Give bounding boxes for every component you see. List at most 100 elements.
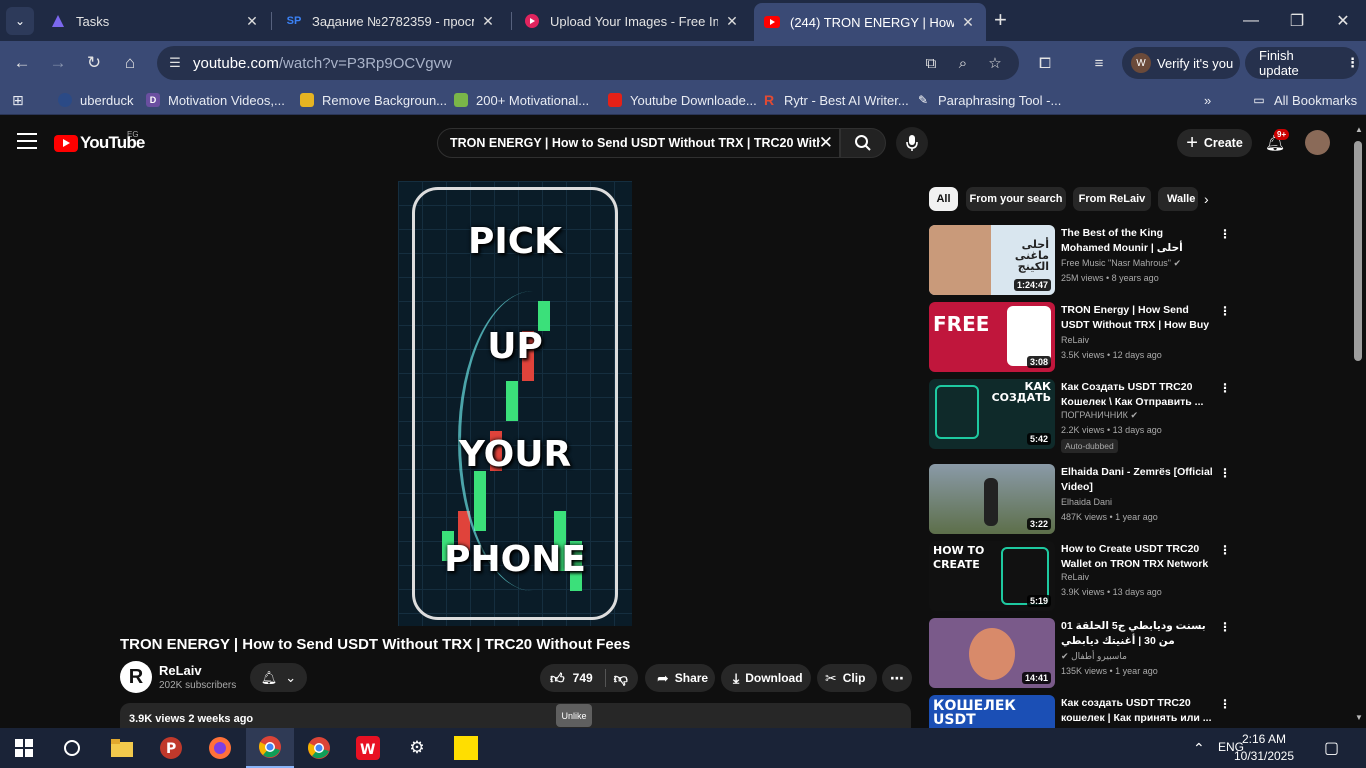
scroll-up-icon[interactable]: ▲: [1354, 125, 1364, 134]
verify-profile-button[interactable]: W Verify it's you: [1122, 47, 1240, 79]
video-thumbnail[interactable]: HOW TO CREATE 5:19: [929, 541, 1055, 611]
search-button[interactable]: [840, 128, 886, 158]
bookmark-paraphrasing[interactable]: ✎ Paraphrasing Tool -...: [916, 91, 1061, 109]
scrollbar-thumb[interactable]: [1354, 141, 1362, 361]
url-text[interactable]: youtube.com/watch?v=P3Rp9OCVgvw: [193, 55, 452, 72]
video-title[interactable]: The Best of the King Mohamed Mounir | أح…: [1061, 226, 1213, 256]
video-channel[interactable]: Free Music "Nasr Mahrous" ✔: [1061, 258, 1181, 269]
voice-search-button[interactable]: [896, 127, 928, 159]
video-channel[interactable]: ReLaiv: [1061, 572, 1089, 582]
chip-wallet[interactable]: Walle: [1158, 187, 1198, 211]
like-icon[interactable]: 👍︎: [550, 670, 565, 687]
chip-all[interactable]: All: [929, 187, 958, 211]
video-title[interactable]: How to Create USDT TRC20 Wallet on TRON …: [1061, 542, 1213, 572]
search-circle-icon[interactable]: [48, 728, 96, 768]
recommended-video[interactable]: 14:41 بسنت وديابطي ج5 الحلقة 01 من 30 | …: [929, 618, 1231, 690]
recommended-video[interactable]: أحلى ماغنى الكينج 1:24:47 The Best of th…: [929, 225, 1231, 297]
clip-button[interactable]: ✂ Clip: [817, 664, 877, 692]
clear-search-icon[interactable]: ✕: [819, 133, 833, 153]
close-window-button[interactable]: ✕: [1320, 0, 1366, 41]
scroll-down-icon[interactable]: ▼: [1354, 713, 1364, 722]
chip-from-relaiv[interactable]: From ReLaiv: [1073, 187, 1151, 211]
search-input[interactable]: TRON ENERGY | How to Send USDT Without T…: [437, 128, 840, 158]
more-vert-icon[interactable]: ⋮: [1219, 466, 1231, 480]
chevron-right-icon[interactable]: ›: [1204, 191, 1209, 207]
bookmark-uberduck[interactable]: uberduck: [58, 91, 133, 109]
download-button[interactable]: ⤓ Download: [721, 664, 811, 692]
exness-icon[interactable]: [442, 728, 490, 768]
create-button[interactable]: + Create: [1177, 129, 1252, 157]
video-player[interactable]: PICK UP YOUR PHONE: [398, 181, 632, 626]
tab-search-button[interactable]: ⌄: [6, 7, 34, 35]
chrome-icon[interactable]: [295, 728, 343, 768]
close-icon[interactable]: ✕: [244, 13, 260, 30]
extensions-icon[interactable]: ⧠: [1034, 52, 1056, 74]
user-avatar[interactable]: [1305, 130, 1330, 155]
video-thumbnail[interactable]: КАК СОЗДАТЬ 5:42: [929, 379, 1055, 449]
settings-gear-icon[interactable]: ⚙: [393, 728, 441, 768]
video-thumbnail[interactable]: 14:41: [929, 618, 1055, 688]
video-channel[interactable]: ПОГРАНИЧНИК ✔: [1061, 410, 1138, 421]
zoom-icon[interactable]: ⌕: [953, 53, 973, 73]
reload-button[interactable]: ↻: [82, 51, 106, 75]
recommended-video[interactable]: HOW TO CREATE 5:19 How to Create USDT TR…: [929, 541, 1231, 613]
video-thumbnail[interactable]: 3:22: [929, 464, 1055, 534]
close-icon[interactable]: ✕: [724, 13, 740, 30]
video-title[interactable]: بسنت وديابطي ج5 الحلقة 01 من 30 | أغنيتك…: [1061, 619, 1213, 649]
video-channel[interactable]: Elhaida Dani: [1061, 497, 1112, 507]
forward-button[interactable]: →: [46, 51, 70, 75]
more-vert-icon[interactable]: ⋮: [1219, 227, 1231, 241]
dislike-icon[interactable]: 👎︎: [614, 670, 628, 687]
tab-zadanie[interactable]: SP Задание №2782359 - просмот ✕: [276, 5, 506, 37]
video-title[interactable]: Как Создать USDT TRC20 Кошелек \ Как Отп…: [1061, 380, 1213, 410]
menu-icon[interactable]: [17, 133, 37, 149]
video-title[interactable]: Как создать USDT TRC20 кошелек | Как при…: [1061, 696, 1213, 726]
bookmark-motivation-videos[interactable]: D Motivation Videos,...: [146, 91, 285, 109]
bookmark-remove-background[interactable]: Remove Backgroun...: [300, 91, 447, 109]
more-vert-icon[interactable]: ⋮: [1219, 381, 1231, 395]
minimize-button[interactable]: —: [1228, 0, 1274, 41]
tab-upload-images[interactable]: Upload Your Images - Free Imag ✕: [514, 5, 750, 37]
page-scrollbar[interactable]: ▲ ▼: [1352, 121, 1366, 728]
channel-avatar[interactable]: R: [120, 661, 152, 693]
address-bar[interactable]: ☰ youtube.com/watch?v=P3Rp9OCVgvw ⧉ ⌕ ☆: [157, 46, 1019, 80]
subscription-bell-button[interactable]: 🔔︎ ⌄: [250, 663, 307, 692]
apps-icon[interactable]: ⊞: [12, 91, 24, 109]
site-info-icon[interactable]: ☰: [165, 53, 185, 73]
firefox-icon[interactable]: [196, 728, 244, 768]
new-tab-button[interactable]: +: [994, 8, 1007, 32]
recommended-video[interactable]: КАК СОЗДАТЬ 5:42 Как Создать USDT TRC20 …: [929, 379, 1231, 453]
tab-tasks[interactable]: Tasks ✕: [40, 5, 270, 37]
more-vert-icon[interactable]: ⋮: [1219, 543, 1231, 557]
back-button[interactable]: ←: [10, 51, 34, 75]
like-count[interactable]: 749: [573, 671, 593, 685]
video-channel[interactable]: ReLaiv: [1061, 335, 1089, 345]
recommended-video[interactable]: 3:22 Elhaida Dani - Zemrës [Official Vid…: [929, 464, 1231, 536]
bookmark-motivational[interactable]: 200+ Motivational...: [454, 91, 589, 109]
more-vert-icon[interactable]: ⋮: [1219, 304, 1231, 318]
all-bookmarks[interactable]: ▭ All Bookmarks: [1252, 91, 1357, 109]
tray-chevron-up-icon[interactable]: ⌃: [1193, 740, 1205, 757]
chrome-active-icon[interactable]: [246, 728, 294, 768]
close-icon[interactable]: ✕: [960, 14, 976, 31]
chip-from-search[interactable]: From your search: [966, 187, 1066, 211]
video-title[interactable]: Elhaida Dani - Zemrës [Official Video]: [1061, 465, 1213, 495]
video-channel[interactable]: ✔ ماسبيرو أطفال: [1061, 651, 1127, 662]
home-button[interactable]: ⌂: [118, 51, 142, 75]
recommended-video[interactable]: FREE 3:08 TRON Energy | How Send USDT Wi…: [929, 302, 1231, 374]
video-thumbnail[interactable]: FREE 3:08: [929, 302, 1055, 372]
more-vert-icon[interactable]: ⋮: [1219, 620, 1231, 634]
media-controls-icon[interactable]: ≡: [1088, 52, 1110, 74]
tab-youtube-active[interactable]: (244) TRON ENERGY | How to Se ✕: [754, 3, 986, 41]
bookmark-star-icon[interactable]: ☆: [985, 53, 1005, 73]
channel-name[interactable]: ReLaiv: [159, 663, 202, 678]
share-button[interactable]: ➦ Share: [645, 664, 715, 692]
video-thumbnail[interactable]: أحلى ماغنى الكينج 1:24:47: [929, 225, 1055, 295]
file-explorer-icon[interactable]: [98, 728, 146, 768]
notification-center-icon[interactable]: ▢: [1324, 738, 1339, 758]
install-app-icon[interactable]: ⧉: [921, 53, 941, 73]
restore-button[interactable]: ❐: [1274, 0, 1320, 41]
more-actions-button[interactable]: ⋯: [882, 664, 912, 692]
notifications-button[interactable]: 🔔︎ 9+: [1263, 129, 1290, 155]
bookmark-youtube-downloader[interactable]: Youtube Downloade...: [608, 91, 757, 109]
